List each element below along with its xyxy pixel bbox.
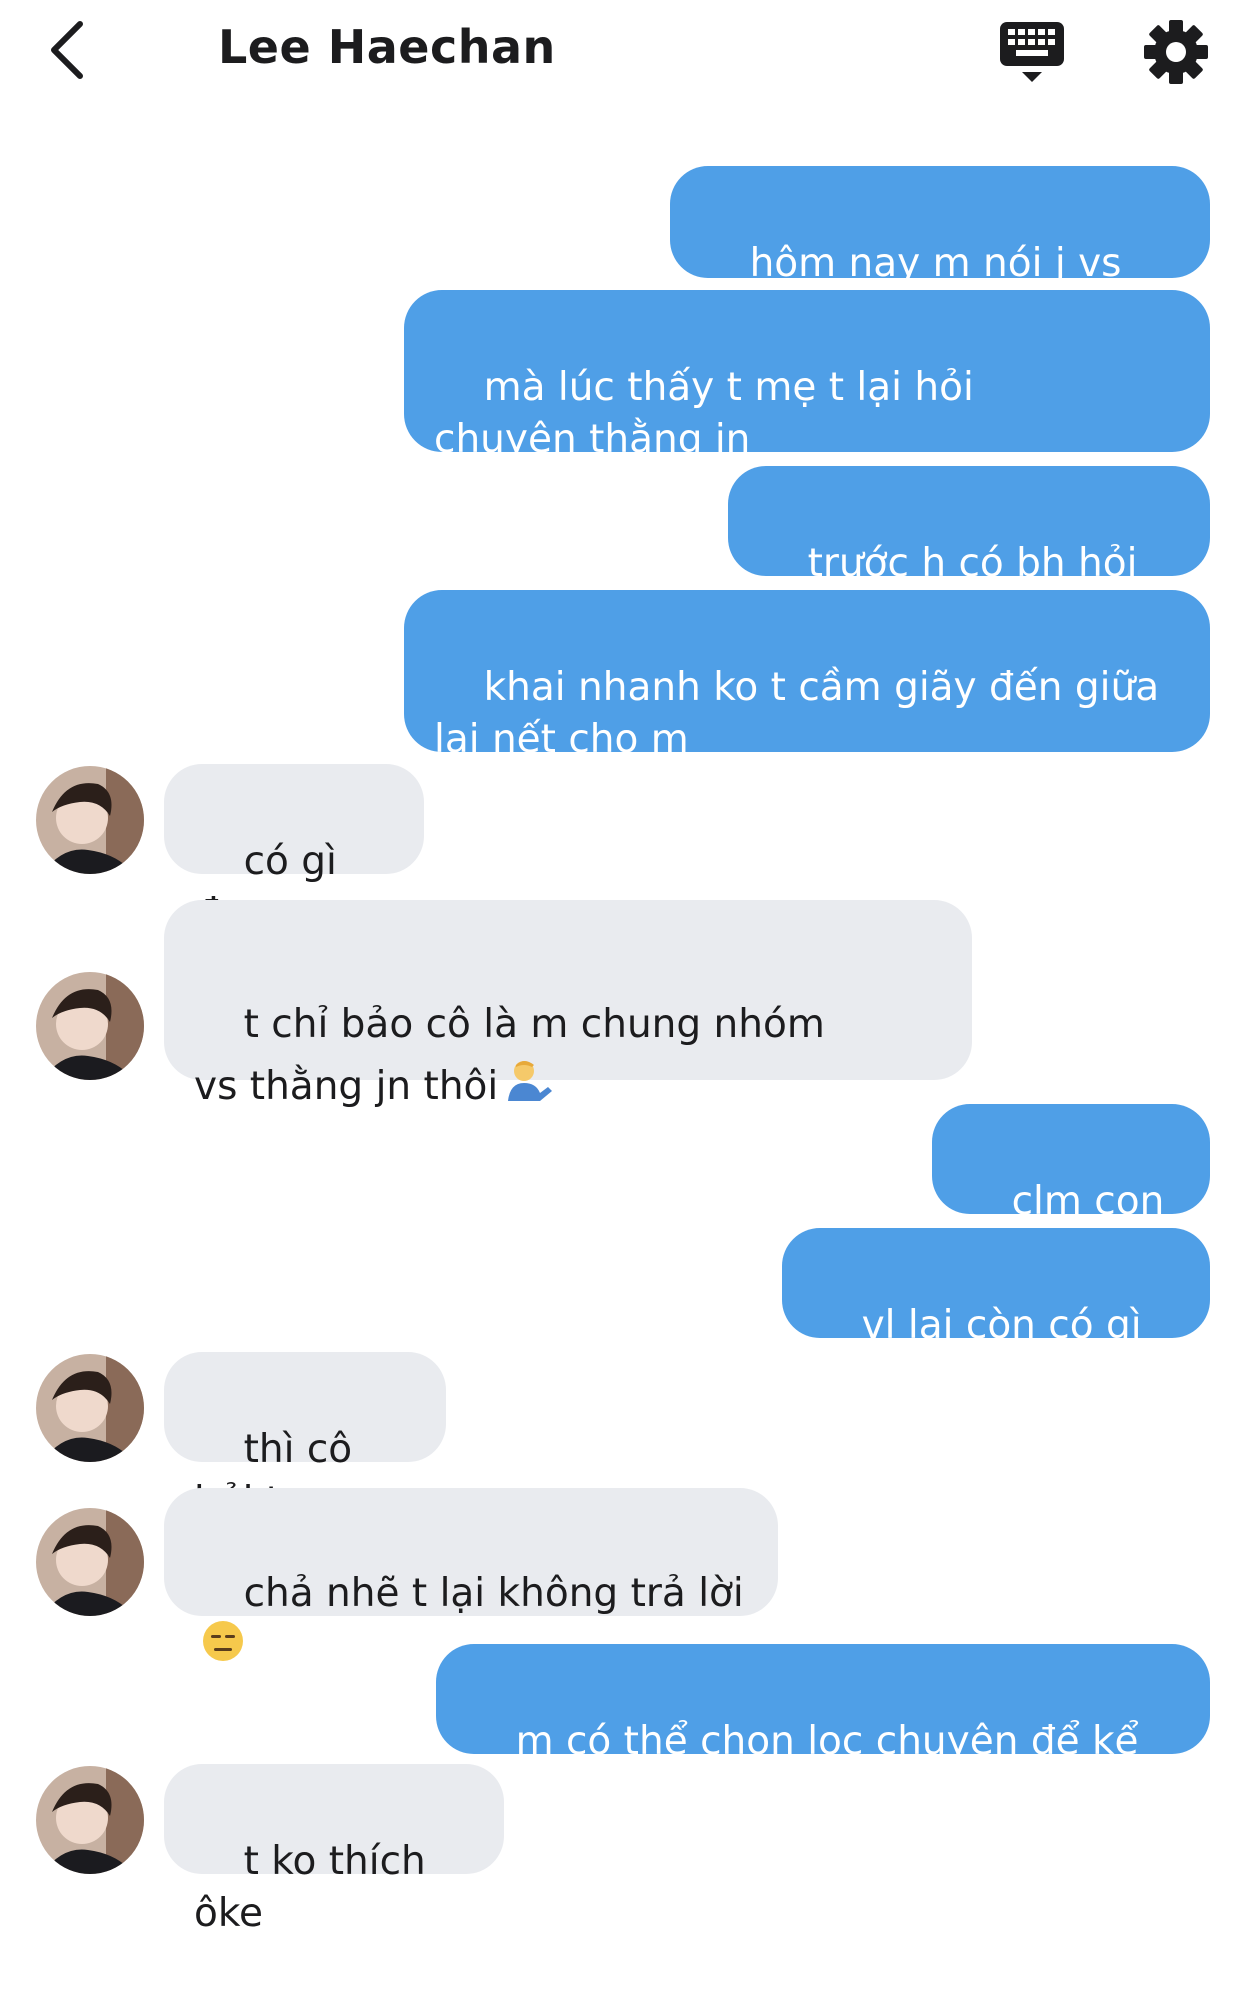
message-text: mà lúc thấy t mẹ t lại hỏi chuyện thằng … bbox=[434, 365, 987, 462]
message-bubble-outgoing[interactable]: mà lúc thấy t mẹ t lại hỏi chuyện thằng … bbox=[404, 290, 1210, 462]
message-bubble-incoming[interactable]: t chỉ bảo cô là m chung nhóm vs thằng jn… bbox=[164, 900, 972, 1109]
person-tipping-hand-emoji bbox=[506, 1057, 553, 1120]
message-bubble-incoming[interactable]: có gì đou bbox=[164, 764, 424, 936]
message-bubble-outgoing[interactable]: khai nhanh ko t cầm giãy đến giữa lại nế… bbox=[404, 590, 1210, 762]
message-text: vl lại còn có gì đâu bbox=[812, 1303, 1154, 1400]
avatar[interactable] bbox=[36, 972, 144, 1080]
expressionless-face-emoji bbox=[202, 1620, 244, 1676]
message-list: hôm nay m nói j vs mẹ t mà lúc thấy t mẹ… bbox=[0, 0, 1242, 1936]
avatar[interactable] bbox=[36, 1354, 144, 1462]
avatar[interactable] bbox=[36, 1766, 144, 1874]
message-bubble-outgoing[interactable]: clm con tr* bbox=[932, 1104, 1210, 1276]
message-bubble-incoming[interactable]: thì cô hỏi t bbox=[164, 1352, 446, 1524]
message-bubble-outgoing[interactable]: vl lại còn có gì đâu bbox=[782, 1228, 1210, 1400]
message-bubble-outgoing[interactable]: trước h có bh hỏi đâu bbox=[728, 466, 1210, 638]
avatar[interactable] bbox=[36, 1508, 144, 1616]
message-text: m có thể chọn lọc chuyện để kể mà bbox=[466, 1719, 1139, 1816]
message-bubble-outgoing[interactable]: hôm nay m nói j vs mẹ t bbox=[670, 166, 1210, 338]
message-bubble-incoming[interactable]: t ko thích ôke bbox=[164, 1764, 504, 1936]
message-text: khai nhanh ko t cầm giãy đến giữa lại nế… bbox=[434, 665, 1172, 762]
message-bubble-incoming[interactable]: chả nhẽ t lại không trả lời bbox=[164, 1488, 778, 1661]
message-bubble-outgoing[interactable]: m có thể chọn lọc chuyện để kể mà bbox=[436, 1644, 1210, 1816]
message-text: t ko thích ôke bbox=[194, 1839, 439, 1936]
avatar[interactable] bbox=[36, 766, 144, 874]
message-text: chả nhẽ t lại không trả lời bbox=[243, 1571, 744, 1616]
